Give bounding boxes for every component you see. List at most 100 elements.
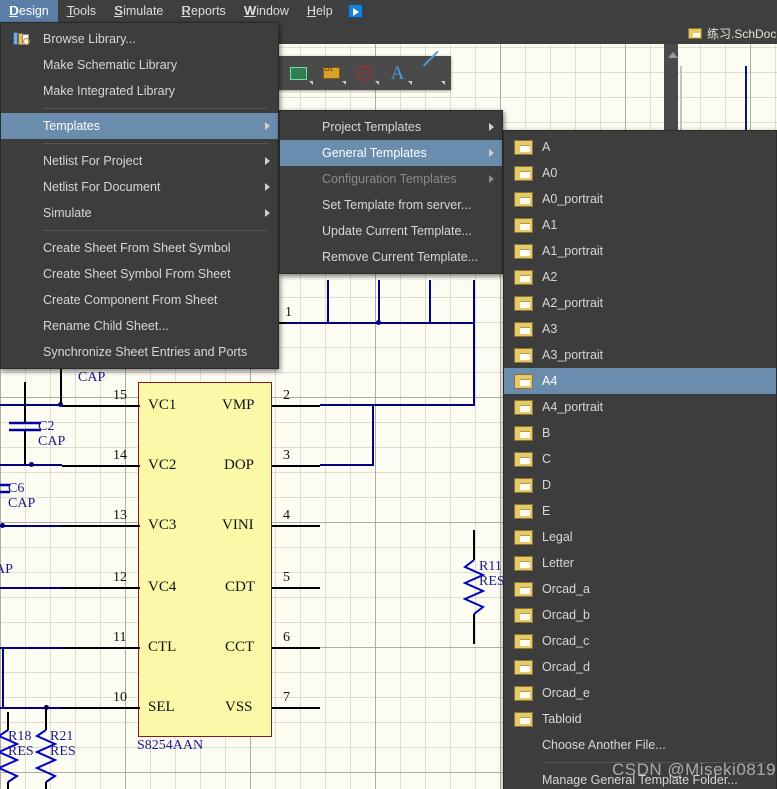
menu-item-create-sheet-symbol-from-sheet-label: Create Sheet Symbol From Sheet: [43, 267, 231, 281]
res-value-text: RES: [50, 743, 76, 759]
wire: [0, 647, 62, 649]
res-value-text: RES: [479, 573, 505, 589]
part-d1-icon: [323, 67, 340, 79]
schematic-document-icon: [688, 27, 702, 39]
menu-separator: [43, 230, 268, 231]
menu-item-template-a4-portrait[interactable]: A4_portrait: [504, 394, 776, 420]
menu-item-template-a0-portrait[interactable]: A0_portrait: [504, 186, 776, 212]
menu-item-make-integrated-library-label: Make Integrated Library: [43, 84, 176, 98]
place-sheet-symbol-button[interactable]: [282, 58, 315, 88]
menu-item-netlist-for-project[interactable]: Netlist For Project: [1, 148, 278, 174]
document-tab[interactable]: 练习.SchDoc: [684, 22, 777, 44]
menu-item-project-templates-label: Project Templates: [322, 120, 422, 134]
menu-item-template-e[interactable]: E: [504, 498, 776, 524]
pin-wire: [272, 465, 320, 467]
menu-item-template-tabloid[interactable]: Tabloid: [504, 706, 776, 732]
menu-item-general-templates-label: General Templates: [322, 146, 427, 160]
menu-item-templates[interactable]: Templates: [1, 113, 278, 139]
menu-item-browse-library[interactable]: Browse Library...: [1, 26, 278, 52]
menu-item-template-a3[interactable]: A3: [504, 316, 776, 342]
template-sheet-icon: [514, 374, 533, 389]
menu-item-template-orcad-b[interactable]: Orcad_b: [504, 602, 776, 628]
menubar-item-design[interactable]: D Design: [0, 0, 58, 22]
menu-item-remove-current-template-label: Remove Current Template...: [322, 250, 479, 264]
menubar-item-reports[interactable]: R Reports: [172, 0, 234, 22]
capacitor-designator: AP: [0, 562, 13, 578]
menu-item-template-orcad-c[interactable]: Orcad_c: [504, 628, 776, 654]
menu-item-update-current-template[interactable]: Update Current Template...: [280, 218, 502, 244]
pin-label: VC4: [148, 579, 177, 595]
menu-item-template-a1[interactable]: A1: [504, 212, 776, 238]
place-part-button[interactable]: [315, 58, 348, 88]
menu-item-netlist-for-document[interactable]: Netlist For Document: [1, 174, 278, 200]
res-desig-text: R21: [50, 729, 74, 744]
wire-junction: [376, 320, 381, 325]
place-text-button[interactable]: A: [381, 58, 414, 88]
template-sheet-icon: [514, 608, 533, 623]
pin-label: VMP: [222, 397, 255, 413]
menu-item-make-integrated-library[interactable]: Make Integrated Library: [1, 78, 278, 104]
menu-item-template-a2[interactable]: A2: [504, 264, 776, 290]
run-button[interactable]: [342, 0, 369, 22]
document-tab-label: 练习.SchDoc: [707, 26, 777, 41]
menu-item-template-orcad-d[interactable]: Orcad_d: [504, 654, 776, 680]
scroll-up-arrow-icon[interactable]: [668, 52, 678, 58]
menu-item-make-schematic-library[interactable]: Make Schematic Library: [1, 52, 278, 78]
ic-body-S8254AAN[interactable]: [138, 382, 272, 737]
menu-item-template-orcad-a[interactable]: Orcad_a: [504, 576, 776, 602]
menu-item-simulate-label: Simulate: [43, 206, 92, 220]
menu-item-template-orcad-e[interactable]: Orcad_e: [504, 680, 776, 706]
cap-value-text: AP: [0, 562, 13, 577]
menu-item-template-a3-portrait[interactable]: A3_portrait: [504, 342, 776, 368]
menu-item-template-c[interactable]: C: [504, 446, 776, 472]
menu-item-template-legal-label: Legal: [542, 530, 573, 544]
menu-item-create-component-from-sheet[interactable]: Create Component From Sheet: [1, 287, 278, 313]
pin-wire: [272, 525, 320, 527]
menubar-item-design-label: Design: [9, 4, 49, 18]
pin-label: SEL: [148, 699, 175, 715]
menu-item-template-letter-label: Letter: [542, 556, 574, 570]
sheet-symbol-icon: [290, 66, 307, 80]
template-sheet-icon: [514, 192, 533, 207]
menu-item-rename-child-sheet[interactable]: Rename Child Sheet...: [1, 313, 278, 339]
menu-item-project-templates[interactable]: Project Templates: [280, 114, 502, 140]
menu-item-template-e-label: E: [542, 504, 551, 518]
menubar-item-tools[interactable]: T Tools: [58, 0, 105, 22]
menu-item-synchronize-sheet-entries-and-ports[interactable]: Synchronize Sheet Entries and Ports: [1, 339, 278, 365]
menu-item-create-sheet-symbol-from-sheet[interactable]: Create Sheet Symbol From Sheet: [1, 261, 278, 287]
menubar-item-window[interactable]: W Window: [235, 0, 298, 22]
capacitor-designator: C2 CAP: [38, 419, 65, 449]
menu-item-manage-general-template-folder[interactable]: Manage General Template Folder...: [504, 767, 776, 789]
menu-item-simulate[interactable]: Simulate: [1, 200, 278, 226]
menu-item-template-a0[interactable]: A0: [504, 160, 776, 186]
menu-item-template-legal[interactable]: Legal: [504, 524, 776, 550]
general-templates-submenu: A A0 A0_portrait A1 A1_portrait A2 A2_po…: [503, 130, 777, 789]
menu-item-set-template-from-server[interactable]: Set Template from server...: [280, 192, 502, 218]
run-play-icon: [347, 4, 363, 18]
place-line-button[interactable]: [414, 58, 447, 88]
menu-item-template-a4[interactable]: A4: [504, 368, 776, 394]
menu-item-template-letter[interactable]: Letter: [504, 550, 776, 576]
place-no-erc-button[interactable]: [348, 58, 381, 88]
cap-value-text: CAP: [8, 495, 36, 511]
template-sheet-icon: [514, 530, 533, 545]
pin-number: 10: [113, 690, 127, 705]
menubar-item-tools-label: Tools: [66, 4, 96, 18]
menu-item-create-sheet-from-sheet-symbol[interactable]: Create Sheet From Sheet Symbol: [1, 235, 278, 261]
menu-item-choose-another-file[interactable]: Choose Another File...: [504, 732, 776, 758]
menu-item-make-schematic-library-label: Make Schematic Library: [43, 58, 178, 72]
menu-item-template-d[interactable]: D: [504, 472, 776, 498]
menu-item-general-templates[interactable]: General Templates: [280, 140, 502, 166]
menu-item-choose-another-file-label: Choose Another File...: [542, 738, 666, 752]
menu-item-template-a0-label: A0: [542, 166, 558, 180]
menu-item-template-a[interactable]: A: [504, 134, 776, 160]
menu-item-template-b[interactable]: B: [504, 420, 776, 446]
menu-item-template-a2-portrait[interactable]: A2_portrait: [504, 290, 776, 316]
menu-item-template-a1-portrait[interactable]: A1_portrait: [504, 238, 776, 264]
menu-item-remove-current-template[interactable]: Remove Current Template...: [280, 244, 502, 270]
menubar-item-help[interactable]: H Help: [298, 0, 342, 22]
menu-item-template-a-label: A: [542, 140, 551, 154]
main-menu-bar: D Design T Tools S Simulate R Reports W Windo…: [0, 0, 777, 22]
pin-number: 1: [285, 305, 292, 320]
menubar-item-simulate[interactable]: S Simulate: [105, 0, 172, 22]
